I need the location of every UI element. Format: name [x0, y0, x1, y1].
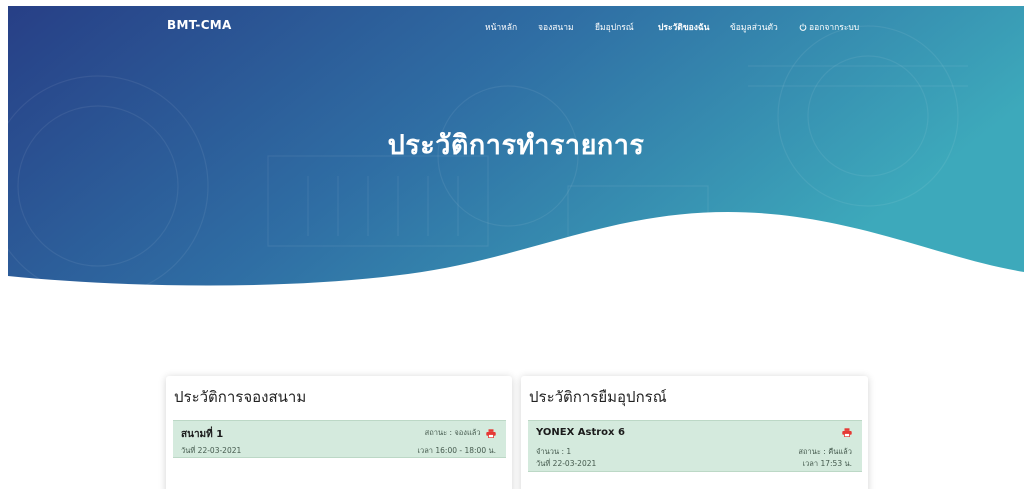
logout-label: ออกจากระบบ	[809, 23, 860, 33]
page-title: ประวัติการทำรายการ	[387, 130, 645, 161]
nav-item-home[interactable]: หน้าหลัก	[485, 20, 517, 34]
borrow-print-row	[839, 427, 852, 437]
nav-item-profile[interactable]: ข้อมูลส่วนตัว	[730, 20, 778, 34]
booking-entry: สนามที่ 1 วันที่ 22-03-2021 สถานะ : จองแ…	[173, 420, 506, 458]
borrow-quantity: จำนวน : 1	[536, 447, 572, 456]
top-navbar: BMT-CMA หน้าหลัก จองสนาม ยืมอุปกรณ์ ประว…	[8, 6, 1024, 46]
booking-date: วันที่ 22-03-2021	[181, 446, 242, 455]
borrow-history-card: ประวัติการยืมอุปกรณ์ YONEX Astrox 6 จำนว…	[521, 376, 868, 489]
nav-item-borrow-equipment[interactable]: ยืมอุปกรณ์	[595, 20, 634, 34]
borrow-date: วันที่ 22-03-2021	[536, 459, 597, 468]
nav-item-logout[interactable]: ออกจากระบบ	[799, 20, 859, 34]
equipment-name: YONEX Astrox 6	[536, 427, 625, 438]
print-icon[interactable]	[486, 428, 496, 438]
booking-history-card: ประวัติการจองสนาม สนามที่ 1 วันที่ 22-03…	[166, 376, 512, 489]
booking-history-title: ประวัติการจองสนาม	[174, 388, 307, 406]
court-name: สนามที่ 1	[181, 429, 224, 440]
booking-status-row: สถานะ : จองแล้ว	[425, 427, 496, 439]
borrow-history-title: ประวัติการยืมอุปกรณ์	[529, 388, 667, 406]
print-icon[interactable]	[842, 427, 852, 437]
booking-status: สถานะ : จองแล้ว	[424, 428, 481, 437]
borrow-entry: YONEX Astrox 6 จำนวน : 1 วันที่ 22-03-20…	[528, 420, 862, 472]
brand-logo[interactable]: BMT-CMA	[167, 18, 232, 32]
booking-time: เวลา 16:00 - 18:00 น.	[417, 446, 496, 455]
nav-item-my-history[interactable]: ประวัติของฉัน	[658, 20, 710, 34]
hero-banner: BMT-CMA หน้าหลัก จองสนาม ยืมอุปกรณ์ ประว…	[8, 6, 1024, 298]
borrow-time: เวลา 17:53 น.	[802, 459, 852, 468]
power-icon	[799, 23, 807, 31]
nav-item-book-court[interactable]: จองสนาม	[538, 20, 574, 34]
borrow-status: สถานะ : คืนแล้ว	[798, 447, 852, 456]
